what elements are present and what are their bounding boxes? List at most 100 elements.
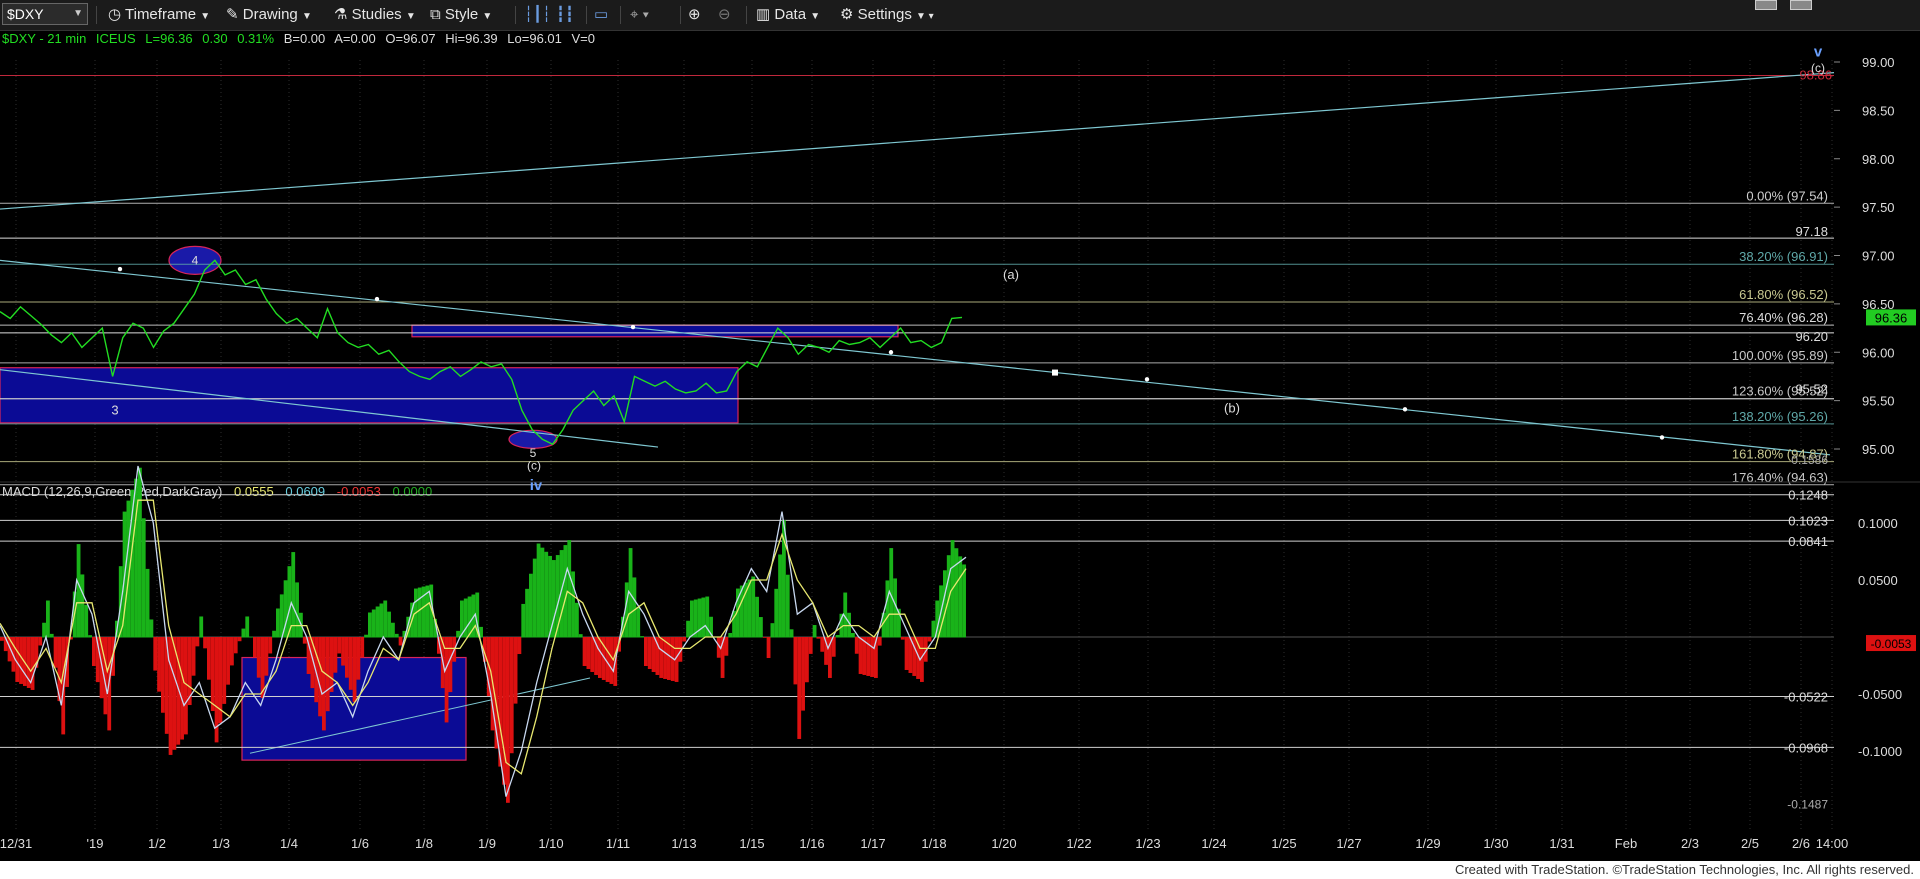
pencil-icon: ✎ <box>226 6 239 23</box>
studies-menu[interactable]: ⚗ Studies ▼ <box>334 4 416 26</box>
macd-histogram-bar <box>230 637 234 666</box>
maximize-button[interactable] <box>1790 0 1812 10</box>
wave-label: (a) <box>1003 267 1019 282</box>
macd-histogram-bar <box>659 637 664 678</box>
fib-level-label: 138.20% (95.26) <box>1732 409 1828 424</box>
macd-histogram-bar <box>341 637 345 666</box>
macd-histogram-bar <box>276 608 280 638</box>
x-tick-label: 2/5 <box>1741 836 1759 851</box>
macd-value-4: 0.0000 <box>392 484 432 499</box>
macd-histogram-bar <box>352 637 357 702</box>
macd-axis-tick: 0.1000 <box>1858 516 1898 531</box>
macd-histogram-bar <box>356 637 361 680</box>
x-tick-label: 1/2 <box>148 836 166 851</box>
macd-histogram-bar <box>84 604 89 638</box>
macd-histogram-bar <box>797 637 802 739</box>
info-ask: A=0.00 <box>334 31 376 46</box>
macd-histogram-bar <box>19 637 23 684</box>
symbol-dropdown-icon[interactable]: ▼ <box>73 4 83 24</box>
x-tick-label: 1/25 <box>1271 836 1296 851</box>
chart-info-line: $DXY - 21 min ICEUS L=96.36 0.30 0.31% B… <box>2 31 595 46</box>
macd-histogram-bar <box>195 637 200 647</box>
bar-chart-icon: ▥ <box>756 6 771 23</box>
chart-area[interactable]: $DXY - 21 min ICEUS L=96.36 0.30 0.31% B… <box>0 30 1920 861</box>
macd-histogram-bar <box>686 620 690 638</box>
macd-histogram-bar <box>141 518 146 638</box>
zoom-in-icon[interactable]: ⊕ <box>688 4 701 26</box>
macd-axis-bottom-label: -0.1487 <box>1787 798 1828 812</box>
macd-histogram-bar <box>53 637 58 668</box>
macd-histogram-bar <box>931 620 936 638</box>
macd-histogram-bar <box>49 633 54 638</box>
x-tick-label: '19 <box>87 836 104 851</box>
trendline-point-marker <box>1659 435 1665 440</box>
macd-histogram-bar <box>463 598 468 638</box>
macd-histogram-bar <box>46 600 50 638</box>
macd-value-1: 0.0555 <box>234 484 274 499</box>
style-menu[interactable]: ⧉ Style ▼ <box>430 4 492 26</box>
macd-histogram-bar <box>728 633 733 638</box>
macd-histogram-bar <box>854 637 859 654</box>
gear-icon: ⚙ <box>840 6 854 23</box>
macd-histogram-bar <box>506 637 510 803</box>
macd-histogram-bar <box>778 554 782 638</box>
symbol-input[interactable]: $DXY ▼ <box>2 3 88 25</box>
macd-histogram-bar <box>812 625 817 638</box>
macd-histogram-bar <box>540 547 545 638</box>
macd-histogram-bar <box>15 637 20 682</box>
layout-button[interactable]: ▭ <box>594 4 608 26</box>
x-tick-label: 12/31 <box>0 836 32 851</box>
fib-level-label: 61.80% (96.52) <box>1739 287 1828 302</box>
drawing-menu[interactable]: ✎ Drawing ▼ <box>226 4 312 26</box>
macd-histogram-bar <box>529 573 533 638</box>
macd-histogram-bar <box>632 577 637 638</box>
price-axis-tick: 98.00 <box>1862 152 1895 167</box>
info-open: O=96.07 <box>385 31 435 46</box>
macd-histogram-bar <box>762 637 767 638</box>
price-axis-tick: 97.50 <box>1862 200 1895 215</box>
macd-histogram-bar <box>203 637 207 649</box>
macd-histogram-bar <box>375 606 380 638</box>
x-tick-label: 1/18 <box>921 836 946 851</box>
x-tick-label: 1/31 <box>1549 836 1574 851</box>
minimize-button[interactable] <box>1755 0 1777 10</box>
timeframe-menu[interactable]: ◷ Timeframe ▼ <box>108 4 210 26</box>
info-last: L=96.36 <box>145 31 192 46</box>
macd-histogram-bar <box>456 630 460 638</box>
macd-histogram-bar <box>663 637 667 679</box>
macd-histogram-bar <box>609 637 614 684</box>
x-tick-label: 2/3 <box>1681 836 1699 851</box>
macd-histogram-bar <box>582 637 587 666</box>
macd-histogram-bar <box>210 637 215 712</box>
x-tick-label: 1/11 <box>606 836 630 851</box>
zoom-bars-button[interactable]: ┇┇ <box>556 4 574 26</box>
macd-current-label: -0.0053 <box>1871 637 1912 651</box>
settings-label: Settings <box>857 6 912 23</box>
fib-level-label: 100.00% (95.89) <box>1732 348 1828 363</box>
info-exchange: ICEUS <box>96 31 136 46</box>
cursor-mode-button[interactable]: ⌖ ▾ <box>630 4 649 26</box>
trendline-point-marker <box>117 266 123 272</box>
macd-histogram-bar <box>801 637 805 711</box>
clock-icon: ◷ <box>108 6 122 23</box>
settings-menu[interactable]: ⚙ Settings ▼ ▾ <box>840 4 934 26</box>
macd-histogram-bar <box>191 637 196 676</box>
macd-histogram-bar <box>851 633 855 638</box>
macd-histogram-bar <box>701 597 706 638</box>
x-tick-label: 1/15 <box>739 836 764 851</box>
bar-spacing-button[interactable]: ┆┃┆ <box>524 4 551 26</box>
macd-histogram-bar <box>80 574 85 638</box>
x-tick-label: 1/6 <box>351 836 369 851</box>
macd-level-label: -0.0522 <box>1784 690 1828 705</box>
price-axis-tick: 99.00 <box>1862 55 1895 70</box>
macd-histogram-bar <box>345 637 349 678</box>
zoom-out-icon[interactable]: ⊖ <box>718 4 731 26</box>
macd-histogram-bar <box>295 582 299 638</box>
data-menu[interactable]: ▥ Data ▼ <box>756 4 820 26</box>
copyright-text: Created with TradeStation. ©TradeStation… <box>1454 862 1914 877</box>
x-tick-label: 1/9 <box>478 836 496 851</box>
macd-histogram-bar <box>302 637 307 644</box>
info-change: 0.30 <box>202 31 227 46</box>
macd-histogram-bar <box>770 623 775 638</box>
toolbar-separator <box>680 6 681 24</box>
